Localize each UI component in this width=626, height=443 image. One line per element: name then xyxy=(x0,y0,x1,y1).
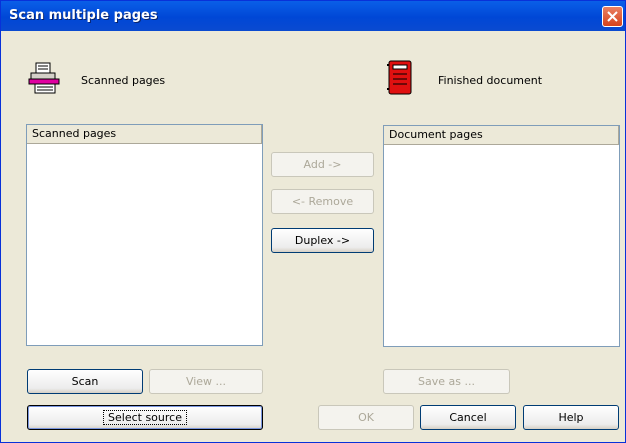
select-source-button[interactable]: Select source xyxy=(27,405,263,430)
duplex-button[interactable]: Duplex -> xyxy=(271,228,374,253)
document-pages-column-header[interactable]: Document pages xyxy=(384,126,619,145)
dialog-title: Scan multiple pages xyxy=(9,8,158,23)
scan-button[interactable]: Scan xyxy=(27,369,143,394)
select-source-label: Select source xyxy=(103,410,187,425)
view-button[interactable]: View ... xyxy=(149,369,263,394)
scanned-pages-list[interactable]: Scanned pages xyxy=(26,124,263,346)
save-as-button[interactable]: Save as ... xyxy=(383,369,510,394)
scanned-pages-column-header[interactable]: Scanned pages xyxy=(27,125,262,144)
close-button[interactable] xyxy=(602,6,623,27)
scanner-icon xyxy=(27,61,61,98)
scanned-pages-heading: Scanned pages xyxy=(81,74,166,87)
document-icon xyxy=(386,59,416,100)
title-bar[interactable]: Scan multiple pages xyxy=(1,1,625,31)
cancel-button[interactable]: Cancel xyxy=(420,405,516,430)
close-icon xyxy=(607,11,618,22)
help-button[interactable]: Help xyxy=(523,405,619,430)
add-button[interactable]: Add -> xyxy=(271,152,374,177)
document-pages-list[interactable]: Document pages xyxy=(383,125,620,347)
ok-button[interactable]: OK xyxy=(318,405,414,430)
scan-multiple-pages-dialog: Scan multiple pages Scanned pages Finish… xyxy=(0,0,626,443)
remove-button[interactable]: <- Remove xyxy=(271,189,374,214)
finished-document-heading: Finished document xyxy=(438,74,543,87)
